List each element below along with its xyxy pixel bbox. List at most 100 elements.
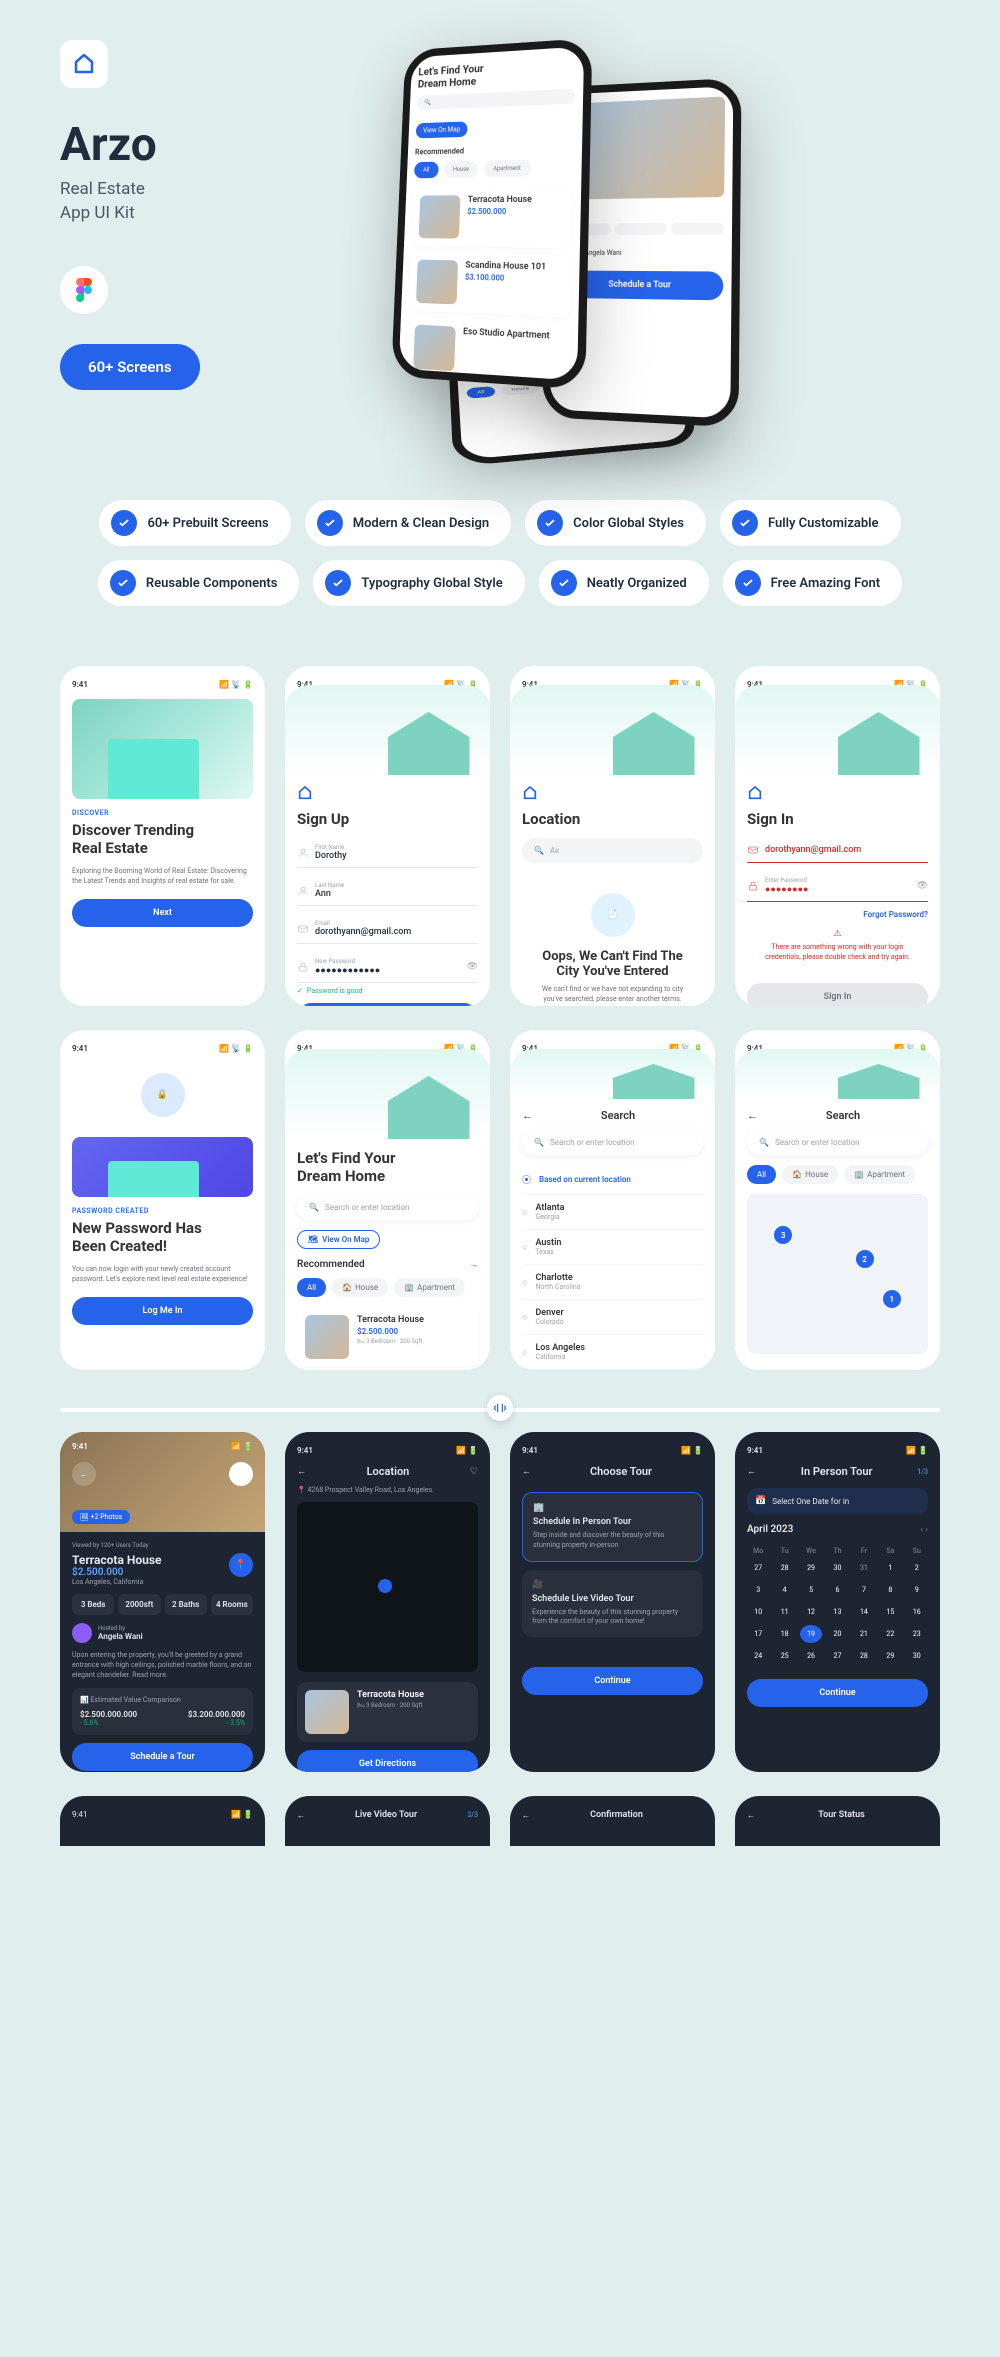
city-item[interactable]: ○CharlotteNorth Carolina	[522, 1265, 703, 1300]
calendar-day[interactable]: 9	[906, 1581, 928, 1599]
calendar-day[interactable]: 4	[773, 1581, 795, 1599]
calendar-day[interactable]: 29	[800, 1559, 822, 1577]
calendar-day[interactable]: 28	[853, 1647, 875, 1665]
heart-button[interactable]: ♡	[229, 1462, 253, 1486]
back-icon[interactable]: ←	[747, 1109, 758, 1122]
calendar-day[interactable]: 16	[906, 1603, 928, 1621]
compare-slider[interactable]	[60, 1394, 940, 1422]
search-input[interactable]: 🔍Search or enter location	[297, 1195, 478, 1220]
tab-house[interactable]: 🏠 House	[332, 1278, 388, 1297]
calendar-day[interactable]: 30	[826, 1559, 848, 1577]
calendar-day[interactable]: 30	[906, 1647, 928, 1665]
calendar-day[interactable]: 13	[826, 1603, 848, 1621]
next-button[interactable]: Next	[72, 899, 253, 927]
schedule-button[interactable]: Schedule a Tour	[72, 1743, 253, 1771]
map-button[interactable]: 🗺View On Map	[297, 1230, 380, 1249]
back-icon[interactable]: ←	[522, 1109, 533, 1122]
signin-button[interactable]: Sign In	[747, 983, 928, 1006]
calendar-day[interactable]: 10	[747, 1603, 769, 1621]
calendar-day[interactable]: 17	[747, 1625, 769, 1643]
heart-icon[interactable]: ♡	[470, 1467, 478, 1477]
map-pin[interactable]: 1	[883, 1290, 901, 1308]
map[interactable]: 3 2 1	[747, 1194, 928, 1354]
city-item[interactable]: ○DenverColorado	[522, 1300, 703, 1335]
forgot-link[interactable]: Forgot Password?	[747, 910, 928, 919]
arrow-icon[interactable]: →	[469, 1259, 478, 1270]
calendar-day[interactable]: 21	[853, 1625, 875, 1643]
calendar-day[interactable]: 26	[800, 1647, 822, 1665]
listing-card[interactable]: Terracota House$2.500.000🛏 3 Bedroom · 2…	[297, 1307, 478, 1367]
calendar-day[interactable]: 19	[800, 1625, 822, 1643]
calendar-day[interactable]: 25	[773, 1647, 795, 1665]
photos-badge[interactable]: 🖼 +2 Photos	[72, 1510, 130, 1524]
city-item[interactable]: ○AtlantaGeorgia	[522, 1195, 703, 1230]
search-input[interactable]: 🔍Ax	[522, 838, 703, 863]
tab-apartment[interactable]: 🏢 Apartment	[844, 1165, 915, 1184]
calendar-day[interactable]: 7	[853, 1581, 875, 1599]
calendar-day[interactable]: 18	[773, 1625, 795, 1643]
pin-icon: ○	[522, 1347, 527, 1358]
continue-button[interactable]: Continue	[522, 1667, 703, 1695]
city-item[interactable]: ○Los AngelesCalifornia	[522, 1335, 703, 1370]
calendar-day[interactable]: 1	[879, 1559, 901, 1577]
map-pin[interactable]: 2	[856, 1250, 874, 1268]
calendar-day[interactable]: 29	[879, 1647, 901, 1665]
pin-icon: ○	[522, 1277, 527, 1288]
eye-icon[interactable]: 👁	[467, 962, 478, 972]
signup-button[interactable]: Sign Up	[297, 1003, 478, 1006]
search-input[interactable]: 🔍Search or enter location	[522, 1130, 703, 1155]
listing-card[interactable]: Terracota House🛏 3 Bedroom · 200 Sqft	[297, 1682, 478, 1742]
tab-all[interactable]: All	[747, 1165, 776, 1184]
city-item[interactable]: ○AustinTexas	[522, 1230, 703, 1265]
calendar-day[interactable]: 20	[826, 1625, 848, 1643]
eye-icon[interactable]: 👁	[917, 881, 928, 891]
map-pin[interactable]: 3	[774, 1226, 792, 1244]
calendar-day[interactable]: 8	[879, 1581, 901, 1599]
tab-apartment[interactable]: 🏢 Apartment	[394, 1278, 465, 1297]
search-input[interactable]: 🔍Search or enter location	[747, 1130, 928, 1155]
back-icon[interactable]: ←	[297, 1811, 305, 1820]
calendar-day[interactable]: 2	[906, 1559, 928, 1577]
calendar-day[interactable]: 27	[826, 1647, 848, 1665]
back-icon[interactable]: ←	[297, 1466, 306, 1477]
back-button[interactable]: ←	[72, 1462, 96, 1486]
login-button[interactable]: Log Me In	[72, 1297, 253, 1325]
back-icon[interactable]: ←	[522, 1466, 531, 1477]
continue-button[interactable]: Continue	[747, 1679, 928, 1707]
calendar-day[interactable]: 5	[800, 1581, 822, 1599]
firstname-field[interactable]: First NameDorothy	[297, 838, 478, 868]
map-pin	[378, 1579, 392, 1593]
listing-card[interactable]: Terracota House$2.500.000🛏 3 Bedroom · 2…	[747, 1364, 928, 1370]
tour-option-person[interactable]: 🏢 Schedule In Person TourStep inside and…	[522, 1492, 703, 1562]
location-button[interactable]: 📍	[229, 1553, 253, 1577]
lastname-field[interactable]: Last NameAnn	[297, 876, 478, 906]
calendar-day[interactable]: 24	[747, 1647, 769, 1665]
calendar-day[interactable]: 23	[906, 1625, 928, 1643]
tab-house[interactable]: 🏠 House	[782, 1165, 838, 1184]
calendar-day[interactable]: 12	[800, 1603, 822, 1621]
back-icon[interactable]: ←	[522, 1811, 530, 1820]
password-field[interactable]: New Password●●●●●●●●●●●●👁	[297, 952, 478, 983]
current-location[interactable]: ⦿Based on current location	[522, 1165, 703, 1195]
calendar-day[interactable]: 11	[773, 1603, 795, 1621]
calendar-day[interactable]: 15	[879, 1603, 901, 1621]
map[interactable]	[297, 1502, 478, 1672]
email-field[interactable]: dorothyann@gmail.com	[747, 838, 928, 863]
calendar[interactable]: 2728293031123456789101112131415161718192…	[747, 1559, 928, 1665]
back-icon[interactable]: ←	[747, 1811, 755, 1820]
calendar-day[interactable]: 31	[853, 1559, 875, 1577]
password-field[interactable]: Enter Password●●●●●●●●👁	[747, 871, 928, 902]
back-icon[interactable]: ←	[747, 1466, 756, 1477]
email-field[interactable]: Emaildorothyann@gmail.com	[297, 914, 478, 944]
tab-all[interactable]: All	[297, 1278, 326, 1297]
calendar-day[interactable]: 6	[826, 1581, 848, 1599]
chevron-left-icon[interactable]: ‹ ›	[920, 1525, 928, 1535]
tour-option-video[interactable]: 🎥 Schedule Live Video TourExperience the…	[522, 1570, 703, 1638]
calendar-day[interactable]: 14	[853, 1603, 875, 1621]
calendar-day[interactable]: 28	[773, 1559, 795, 1577]
calendar-day[interactable]: 27	[747, 1559, 769, 1577]
calendar-day[interactable]: 22	[879, 1625, 901, 1643]
directions-button[interactable]: Get Directions	[297, 1750, 478, 1772]
slider-handle[interactable]	[487, 1395, 513, 1421]
calendar-day[interactable]: 3	[747, 1581, 769, 1599]
